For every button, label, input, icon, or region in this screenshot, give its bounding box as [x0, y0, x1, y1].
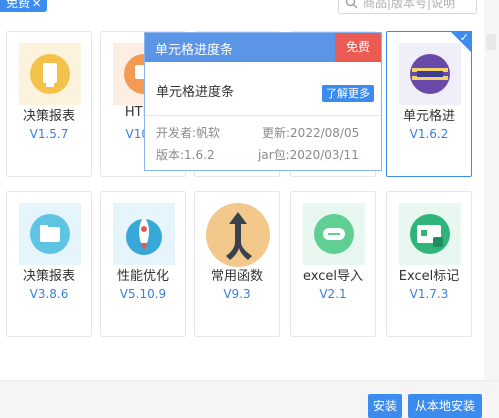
- top-bar: 免费 ✕: [0, 0, 499, 16]
- search-input[interactable]: [363, 0, 471, 10]
- plugin-card[interactable]: 性能优化 V5.10.9: [100, 191, 186, 337]
- plugin-name: Excel标记: [398, 269, 460, 284]
- import-icon: [303, 203, 365, 265]
- marker-icon: [399, 203, 461, 265]
- popover-header: 单元格进度条 免费: [145, 33, 381, 62]
- plugin-card[interactable]: excel导入 V2.1: [290, 191, 376, 337]
- plugin-card[interactable]: Excel标记 V1.7.3: [386, 191, 472, 337]
- plugin-version: V5.10.9: [119, 287, 167, 301]
- version-text: 版本:1.6.2: [156, 148, 215, 162]
- plugin-name: 决策报表: [22, 109, 75, 124]
- plugin-version: V1.7.3: [409, 287, 449, 301]
- learn-more-button[interactable]: 了解更多: [322, 85, 374, 102]
- scrollbar-thumb[interactable]: [486, 34, 496, 50]
- divider: [145, 115, 381, 116]
- free-filter-tag[interactable]: 免费 ✕: [0, 0, 48, 12]
- plugin-card-selected[interactable]: ✓ 单元格进 V1.6.2: [386, 31, 472, 177]
- scrollbar-track[interactable]: [484, 0, 499, 380]
- plugin-card[interactable]: 决策报表 V3.8.6: [6, 191, 92, 337]
- plugin-name: 性能优化: [116, 269, 169, 284]
- install-button[interactable]: 安装: [368, 394, 402, 418]
- plugin-detail-popover: 单元格进度条 免费 单元格进度条 了解更多 开发者:帆软 更新:2022/08/…: [144, 32, 382, 171]
- search-box[interactable]: [338, 0, 477, 14]
- plugin-name: excel导入: [303, 269, 363, 284]
- plugin-version: V9.3: [223, 287, 251, 301]
- developer-text: 开发者:帆软: [156, 126, 221, 140]
- plugin-name: 单元格进: [402, 109, 455, 124]
- plugin-card[interactable]: 决策报表 V1.5.7: [6, 31, 92, 177]
- popover-description: 单元格进度条: [156, 85, 235, 100]
- plugin-card[interactable]: 常用函数 V9.3: [194, 191, 280, 337]
- free-badge: 免费: [335, 33, 381, 62]
- free-filter-label: 免费: [6, 0, 31, 10]
- updated-text: 更新:2022/08/05: [262, 126, 360, 140]
- popover-title: 单元格进度条: [155, 43, 234, 58]
- plugin-name: 常用函数: [210, 269, 263, 284]
- plugin-version: V1.6.2: [409, 127, 449, 141]
- close-icon[interactable]: ✕: [32, 0, 41, 10]
- check-icon: ✓: [459, 31, 469, 44]
- arrow-branch-icon: [206, 203, 270, 267]
- plugin-version: V3.8.6: [29, 287, 69, 301]
- plugin-version: V1.5.7: [29, 127, 69, 141]
- rocket-icon: [113, 203, 175, 265]
- jar-text: jar包:2020/03/11: [258, 148, 359, 162]
- plugin-version: V2.1: [319, 287, 347, 301]
- local-install-button[interactable]: 从本地安装: [408, 394, 482, 418]
- cup-icon: [19, 43, 81, 105]
- search-icon: [345, 0, 358, 9]
- folder-icon: [19, 203, 81, 265]
- plugin-name: 决策报表: [22, 269, 75, 284]
